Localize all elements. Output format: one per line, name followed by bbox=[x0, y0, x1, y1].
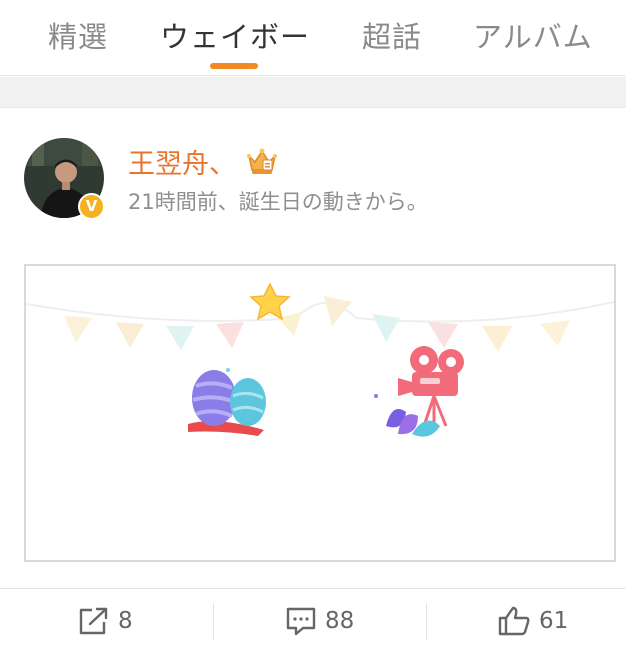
tab-weibo[interactable]: ウェイボー bbox=[160, 14, 310, 56]
username[interactable]: 王翌舟、 bbox=[128, 142, 236, 181]
comment-button[interactable]: 88 bbox=[285, 589, 354, 652]
birthday-illustration bbox=[26, 282, 614, 437]
tab-super-topic[interactable]: 超話 bbox=[362, 14, 422, 56]
thumbs-up-icon bbox=[498, 606, 530, 636]
repost-button[interactable]: 8 bbox=[78, 589, 133, 652]
crown-icon bbox=[247, 148, 277, 174]
like-button[interactable]: 61 bbox=[497, 589, 568, 652]
birthday-card-image[interactable] bbox=[24, 264, 616, 562]
action-divider bbox=[213, 603, 214, 641]
tab-featured[interactable]: 精選 bbox=[48, 14, 108, 56]
post-meta: 21時間前、誕生日の動きから。 bbox=[128, 190, 428, 214]
tab-album[interactable]: アルバム bbox=[473, 14, 593, 56]
verified-badge: V bbox=[78, 193, 105, 220]
comment-icon bbox=[286, 607, 316, 636]
like-count: 61 bbox=[539, 608, 569, 634]
repost-count: 8 bbox=[118, 608, 133, 634]
action-bar: 8 88 61 bbox=[0, 588, 626, 652]
active-tab-indicator bbox=[210, 63, 258, 69]
section-divider bbox=[0, 77, 626, 108]
share-icon bbox=[79, 607, 108, 635]
comment-count: 88 bbox=[325, 608, 355, 634]
tab-bar: 精選 ウェイボー 超話 アルバム bbox=[0, 0, 626, 76]
action-divider bbox=[426, 603, 427, 641]
